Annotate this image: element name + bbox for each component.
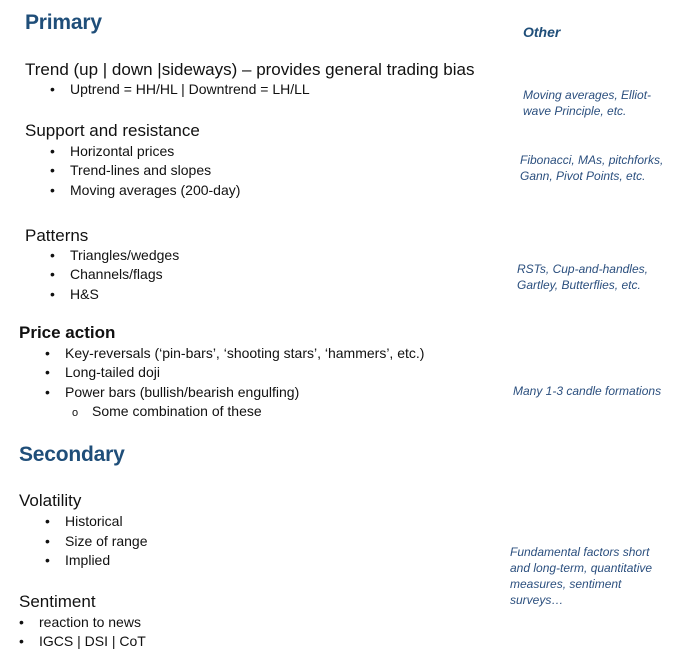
support-note: Fibonacci, MAs, pitchforks, Gann, Pivot … bbox=[520, 153, 664, 183]
sub-bullet-icon: o bbox=[72, 407, 79, 419]
list-item: • Key-reversals (‘pin-bars’, ‘shooting st… bbox=[45, 345, 425, 361]
bullet-icon: • bbox=[45, 552, 50, 568]
bullet-icon: • bbox=[50, 81, 55, 97]
bullet-icon: • bbox=[50, 266, 55, 282]
list-item: • reaction to news bbox=[19, 614, 141, 630]
support-heading: Support and resistance bbox=[25, 121, 200, 140]
list-item: • Size of range bbox=[45, 533, 148, 549]
bullet-icon: • bbox=[45, 384, 50, 400]
bullet-icon: • bbox=[19, 633, 24, 649]
bullet-icon: • bbox=[50, 143, 55, 159]
bullet-icon: • bbox=[50, 286, 55, 302]
bullet-icon: • bbox=[19, 614, 24, 630]
trend-heading: Trend (up | down |sideways) – provides g… bbox=[25, 60, 475, 79]
list-item: • Uptrend = HH/HL | Downtrend = LH/LL bbox=[50, 81, 310, 97]
patterns-note: RSTs, Cup-and-handles, Gartley, Butterfl… bbox=[517, 262, 648, 292]
bullet-icon: • bbox=[50, 247, 55, 263]
bullet-icon: • bbox=[45, 364, 50, 380]
list-item: • Channels/flags bbox=[50, 266, 163, 282]
list-item: • IGCS | DSI | CoT bbox=[19, 633, 146, 649]
bullet-icon: • bbox=[45, 533, 50, 549]
secondary-heading: Secondary bbox=[19, 443, 125, 466]
price-action-note: Many 1-3 candle formations bbox=[513, 384, 662, 398]
list-item: • Horizontal prices bbox=[50, 143, 175, 159]
list-item: • Moving averages (200-day) bbox=[50, 182, 241, 198]
volatility-heading: Volatility bbox=[19, 491, 82, 510]
bullet-icon: • bbox=[50, 182, 55, 198]
bullet-icon: • bbox=[45, 513, 50, 529]
sub-list-item: o Some combination of these bbox=[72, 403, 262, 419]
bullet-icon: • bbox=[50, 162, 55, 178]
list-item: • Long-tailed doji bbox=[45, 364, 160, 380]
list-item: • Historical bbox=[45, 513, 123, 529]
secondary-note: Fundamental factors short and long-term,… bbox=[510, 545, 653, 607]
trend-note: Moving averages, Elliot- wave Principle,… bbox=[523, 88, 652, 118]
sentiment-heading: Sentiment bbox=[19, 592, 96, 611]
list-item: • Implied bbox=[45, 552, 111, 568]
patterns-heading: Patterns bbox=[25, 226, 89, 245]
price-action-heading: Price action bbox=[19, 323, 116, 342]
primary-heading: Primary bbox=[25, 11, 102, 34]
list-item: • Triangles/wedges bbox=[50, 247, 180, 263]
list-item: • Power bars (bullish/bearish engulfing) bbox=[45, 384, 300, 400]
list-item: • Trend-lines and slopes bbox=[50, 162, 212, 178]
bullet-icon: • bbox=[45, 345, 50, 361]
other-heading: Other bbox=[523, 24, 561, 40]
list-item: • H&S bbox=[50, 286, 99, 302]
